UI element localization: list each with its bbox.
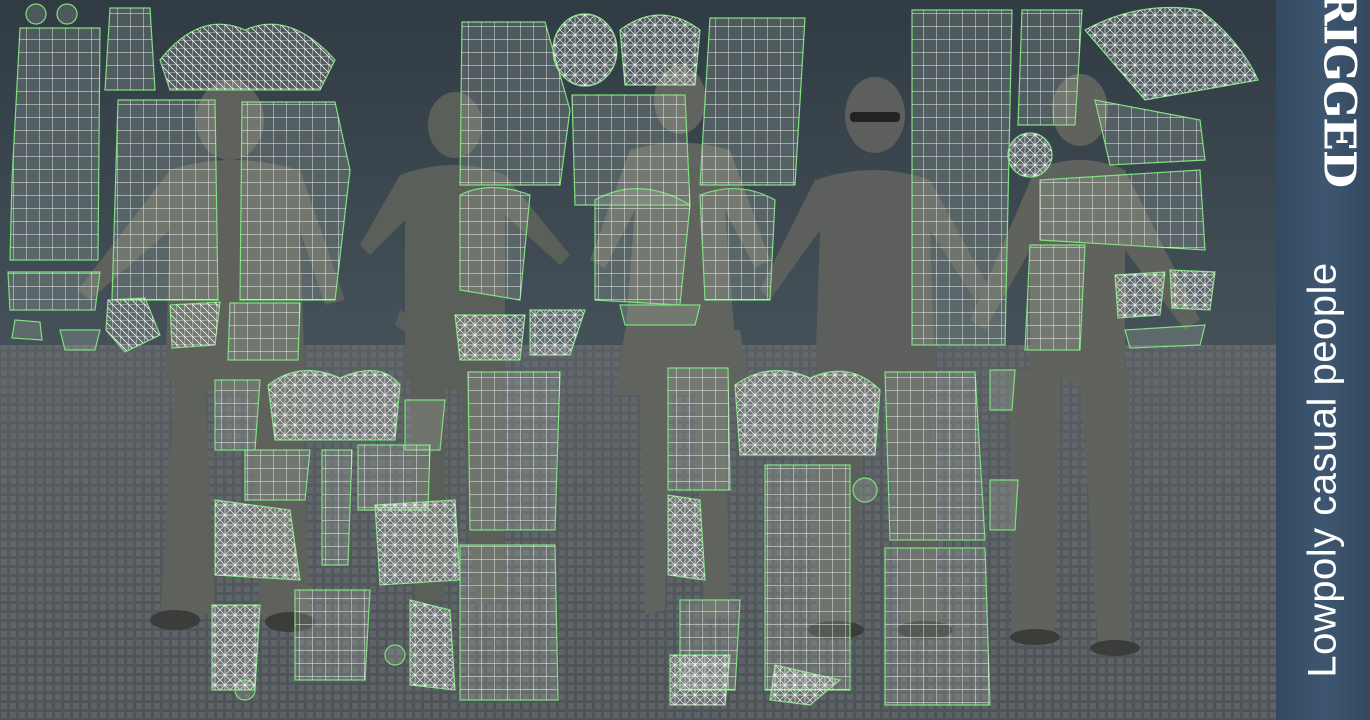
product-title: Lowpoly casual people xyxy=(1300,262,1345,678)
render-scene xyxy=(0,0,1276,720)
side-banner: RIGGED Lowpoly casual people xyxy=(1276,0,1370,720)
rigged-badge: RIGGED xyxy=(1313,0,1365,187)
